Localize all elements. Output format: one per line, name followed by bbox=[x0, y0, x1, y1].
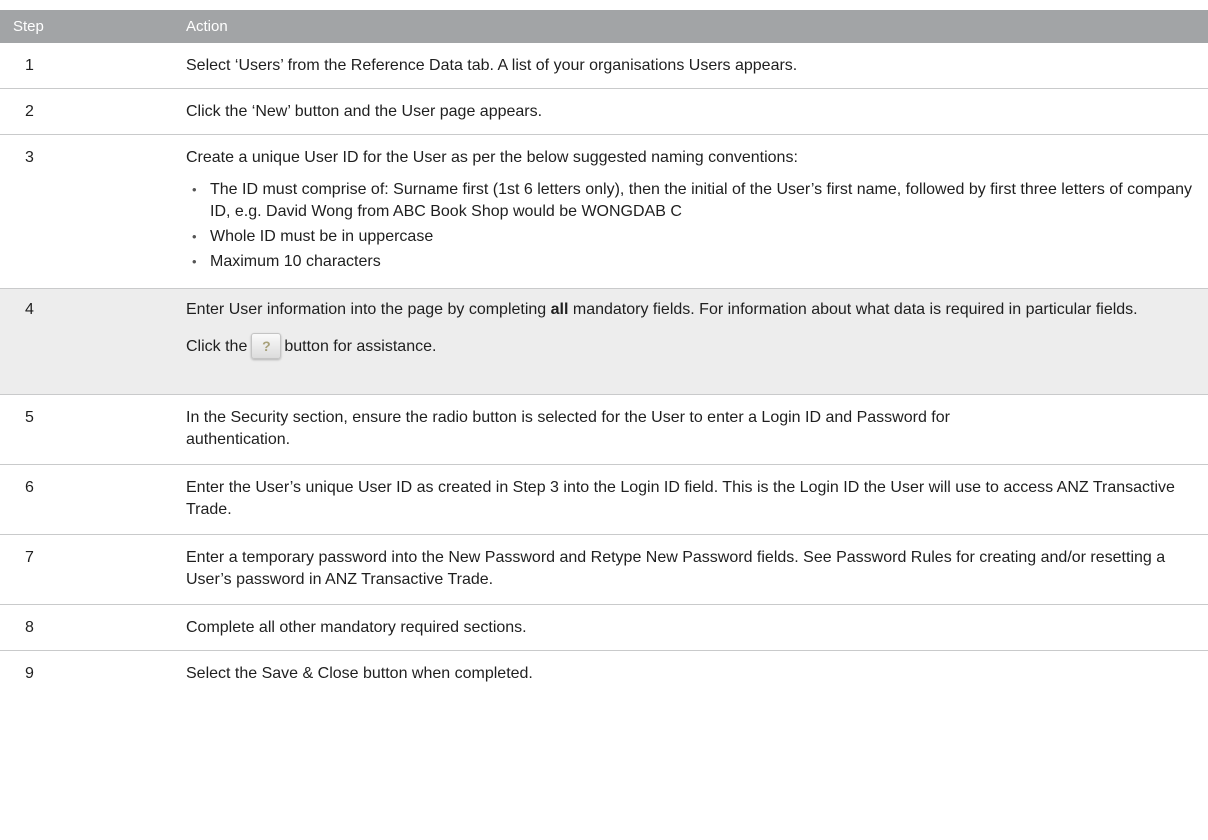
step-action: Click the ‘New’ button and the User page… bbox=[186, 103, 543, 120]
step-action: Complete all other mandatory required se… bbox=[186, 619, 527, 636]
steps-table: Step Action 1 Select ‘Users’ from the Re… bbox=[0, 10, 1208, 697]
step-action: Create a unique User ID for the User as … bbox=[186, 147, 1208, 288]
step-number: 2 bbox=[25, 103, 34, 120]
step-action: Enter a temporary password into the New … bbox=[186, 549, 1166, 588]
bullet-list: The ID must comprise of: Surname first (… bbox=[186, 179, 1198, 273]
step-text: Create a unique User ID for the User as … bbox=[186, 149, 798, 166]
help-question-icon[interactable]: ? bbox=[251, 333, 282, 359]
table-row: 1 Select ‘Users’ from the Reference Data… bbox=[0, 43, 1208, 89]
help-line: Click the? button for assistance. bbox=[186, 333, 1198, 359]
header-action: Action bbox=[186, 18, 228, 35]
step-number: 7 bbox=[25, 549, 34, 566]
step-action: Select ‘Users’ from the Reference Data t… bbox=[186, 57, 798, 74]
step-number: 3 bbox=[25, 149, 34, 166]
step-action: Enter User information into the page by … bbox=[186, 299, 1208, 394]
table-row: 8 Complete all other mandatory required … bbox=[0, 605, 1208, 651]
step-number: 6 bbox=[25, 479, 34, 496]
step-action: In the Security section, ensure the radi… bbox=[186, 409, 950, 448]
bullet-item: The ID must comprise of: Surname first (… bbox=[186, 179, 1198, 223]
table-row: 3 Create a unique User ID for the User a… bbox=[0, 135, 1208, 289]
step-number: 8 bbox=[25, 619, 34, 636]
step-number: 5 bbox=[25, 409, 34, 426]
step-number: 4 bbox=[25, 301, 34, 318]
table-row: 2 Click the ‘New’ button and the User pa… bbox=[0, 89, 1208, 135]
step-text-part: mandatory fields. For information about … bbox=[568, 301, 1138, 318]
step-number: 1 bbox=[25, 57, 34, 74]
table-row: 7 Enter a temporary password into the Ne… bbox=[0, 535, 1208, 605]
table-row: 4 Enter User information into the page b… bbox=[0, 289, 1208, 395]
help-text-after: button for assistance. bbox=[284, 338, 437, 355]
bold-emphasis: all bbox=[550, 301, 569, 318]
header-step: Step bbox=[13, 18, 44, 35]
step-text-part: Enter User information into the page by … bbox=[186, 301, 551, 318]
step-text: Enter User information into the page by … bbox=[186, 299, 1198, 321]
step-number: 9 bbox=[25, 665, 34, 682]
bullet-item: Whole ID must be in uppercase bbox=[186, 226, 1198, 248]
table-row: 5 In the Security section, ensure the ra… bbox=[0, 395, 1208, 465]
step-action: Enter the User’s unique User ID as creat… bbox=[186, 479, 1175, 518]
bullet-item: Maximum 10 characters bbox=[186, 251, 1198, 273]
help-text-before: Click the bbox=[186, 338, 248, 355]
table-header: Step Action bbox=[0, 10, 1208, 43]
step-action: Select the Save & Close button when comp… bbox=[186, 665, 533, 682]
table-row: 9 Select the Save & Close button when co… bbox=[0, 651, 1208, 697]
table-row: 6 Enter the User’s unique User ID as cre… bbox=[0, 465, 1208, 535]
